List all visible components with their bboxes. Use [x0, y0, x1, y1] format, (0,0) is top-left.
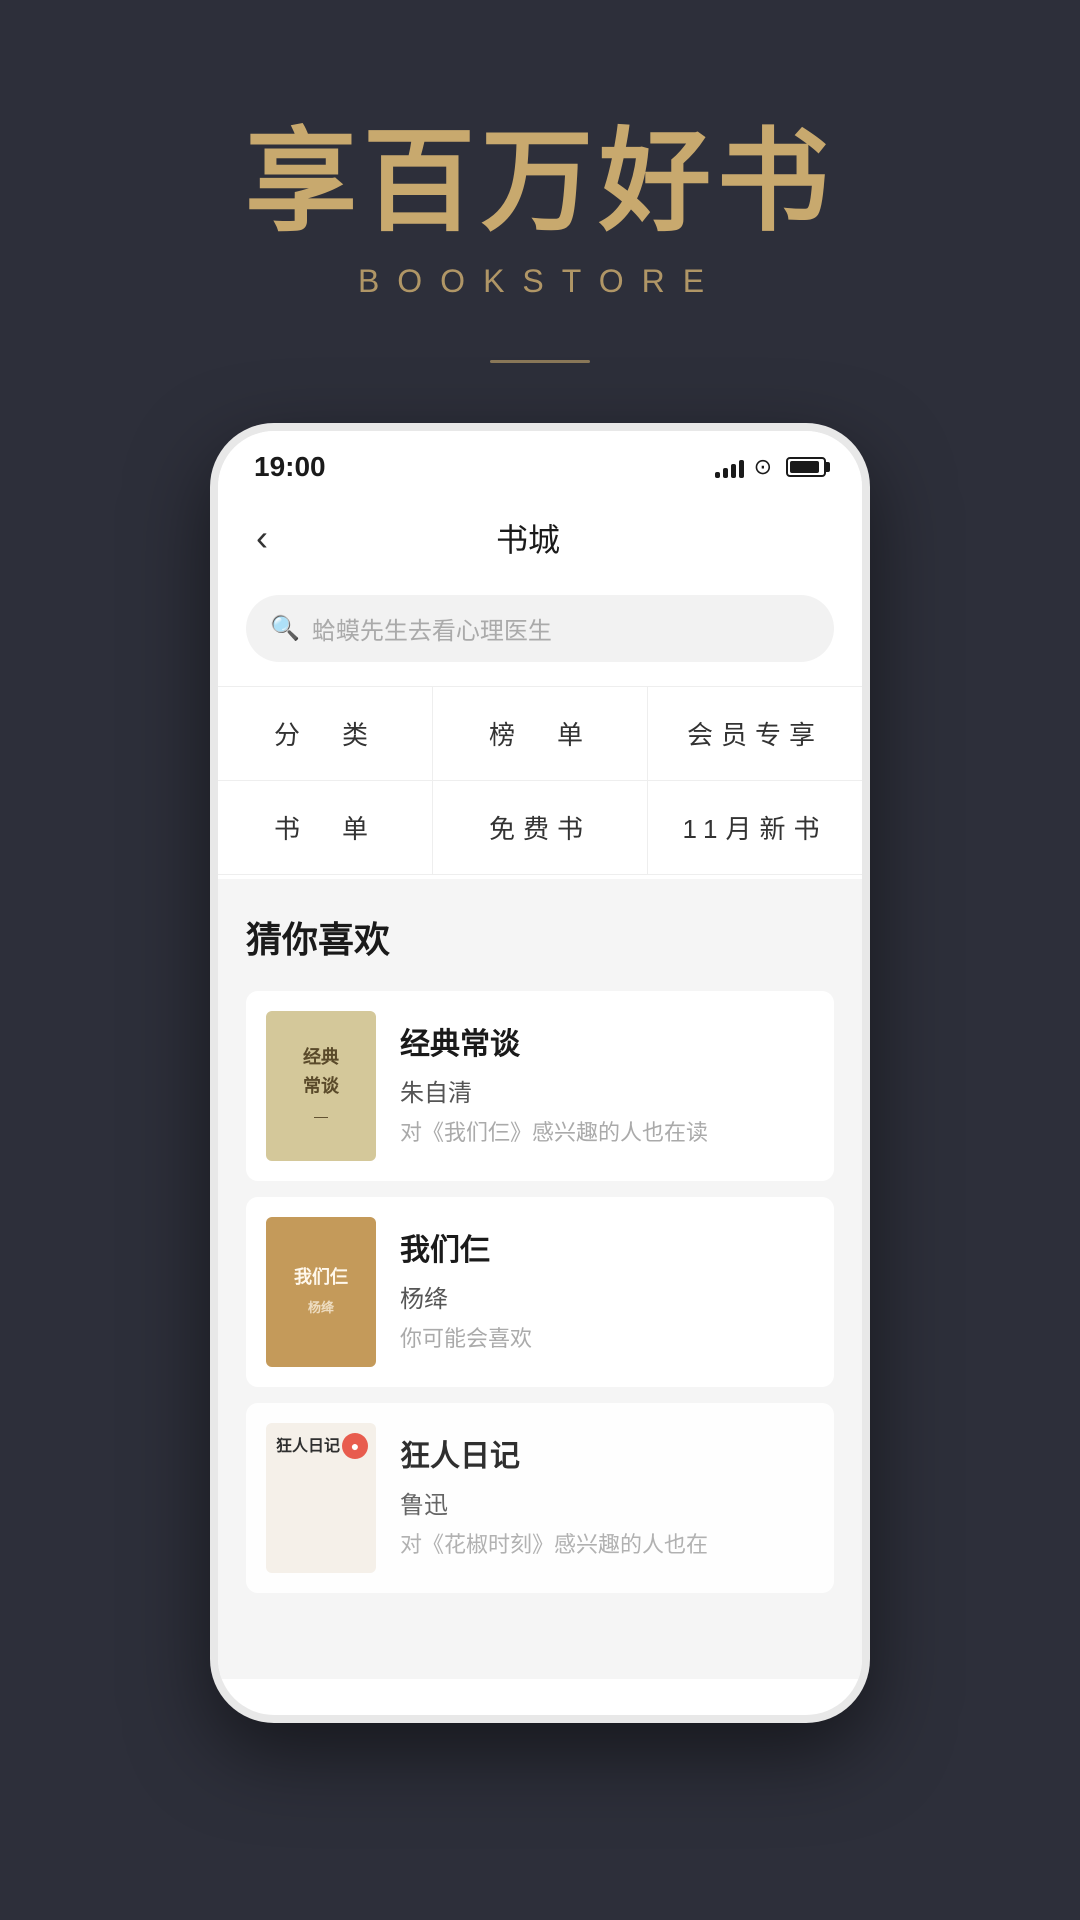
- book-item-kuangren[interactable]: 狂人日记 狂人日记 鲁迅 对《花椒时刻》感兴趣的人也在: [246, 1403, 834, 1593]
- book-info-jingdian: 经典常谈 朱自清 对《我们仨》感兴趣的人也在读: [400, 1011, 814, 1149]
- category-label-vip: 会员专享: [687, 715, 823, 752]
- hero-section: 享百万好书 BOOKSTORE: [0, 0, 1080, 423]
- book-cover-jingdian: 经典常谈—: [266, 1011, 376, 1161]
- phone-screen: 19:00 ⊙ ‹ 书城: [218, 431, 862, 1715]
- category-grid: 分 类 榜 单 会员专享 书 单 免费书: [218, 686, 862, 875]
- search-icon: 🔍: [270, 614, 300, 643]
- status-time: 19:00: [254, 451, 326, 483]
- book-author-kuangren: 鲁迅: [400, 1485, 814, 1520]
- signal-bar-4: [739, 460, 744, 478]
- category-label-fenglei: 分 类: [274, 715, 376, 752]
- book-title-women: 我们仨: [400, 1225, 814, 1269]
- book-desc-women: 你可能会喜欢: [400, 1324, 814, 1355]
- recommendations-title: 猜你喜欢: [246, 911, 834, 963]
- hero-title: 享百万好书: [245, 120, 835, 243]
- cover-jingdian-text: 经典常谈—: [303, 1043, 339, 1129]
- cover-women-text: 我们仨杨绛: [294, 1263, 348, 1321]
- signal-bar-2: [723, 468, 728, 478]
- battery-fill: [790, 461, 819, 473]
- category-item-fenglei[interactable]: 分 类: [218, 687, 432, 780]
- phone-wrapper: 19:00 ⊙ ‹ 书城: [0, 423, 1080, 1803]
- book-item-jingdian[interactable]: 经典常谈— 经典常谈 朱自清 对《我们仨》感兴趣的人也在读: [246, 991, 834, 1181]
- wifi-icon: ⊙: [754, 454, 772, 480]
- hero-divider: [490, 360, 590, 363]
- status-bar: 19:00 ⊙: [218, 431, 862, 493]
- book-author-women: 杨绛: [400, 1279, 814, 1314]
- battery-icon: [786, 457, 826, 477]
- book-item-women[interactable]: 我们仨杨绛 我们仨 杨绛 你可能会喜欢: [246, 1197, 834, 1387]
- book-cover-women: 我们仨杨绛: [266, 1217, 376, 1367]
- signal-bar-1: [715, 472, 720, 478]
- category-item-bangdan[interactable]: 榜 单: [433, 687, 647, 780]
- status-icons: ⊙: [715, 454, 826, 480]
- signal-bar-3: [731, 464, 736, 478]
- nav-bar: ‹ 书城: [218, 493, 862, 583]
- category-item-vip[interactable]: 会员专享: [648, 687, 862, 780]
- phone-frame: 19:00 ⊙ ‹ 书城: [210, 423, 870, 1723]
- category-label-new: 11月新书: [683, 809, 828, 846]
- search-container: 🔍 蛤蟆先生去看心理医生: [218, 583, 862, 682]
- book-info-women: 我们仨 杨绛 你可能会喜欢: [400, 1217, 814, 1355]
- book-desc-jingdian: 对《我们仨》感兴趣的人也在读: [400, 1118, 814, 1149]
- book-cover-kuangren: 狂人日记: [266, 1423, 376, 1573]
- back-button[interactable]: ‹: [248, 509, 276, 567]
- book-title-kuangren: 狂人日记: [400, 1431, 814, 1475]
- hero-subtitle: BOOKSTORE: [358, 263, 722, 300]
- recommendations-section: 猜你喜欢 经典常谈— 经典常谈 朱自清 对《我们仨》感兴趣的人也在读 我们仨: [218, 879, 862, 1679]
- category-label-free: 免费书: [489, 809, 591, 846]
- book-desc-kuangren: 对《花椒时刻》感兴趣的人也在: [400, 1530, 814, 1561]
- category-label-bangdan: 榜 单: [489, 715, 591, 752]
- category-label-shudan: 书 单: [274, 809, 376, 846]
- book-cover-badge: [342, 1433, 368, 1459]
- nav-title: 书城: [276, 515, 780, 561]
- book-info-kuangren: 狂人日记 鲁迅 对《花椒时刻》感兴趣的人也在: [400, 1423, 814, 1561]
- category-item-free[interactable]: 免费书: [433, 781, 647, 874]
- signal-icon: [715, 456, 744, 478]
- category-item-shudan[interactable]: 书 单: [218, 781, 432, 874]
- search-bar[interactable]: 🔍 蛤蟆先生去看心理医生: [246, 595, 834, 662]
- book-title-jingdian: 经典常谈: [400, 1019, 814, 1063]
- category-item-new[interactable]: 11月新书: [648, 781, 862, 874]
- cover-kuangren-title: 狂人日记: [276, 1435, 340, 1459]
- search-placeholder-text: 蛤蟆先生去看心理医生: [312, 611, 810, 646]
- book-author-jingdian: 朱自清: [400, 1073, 814, 1108]
